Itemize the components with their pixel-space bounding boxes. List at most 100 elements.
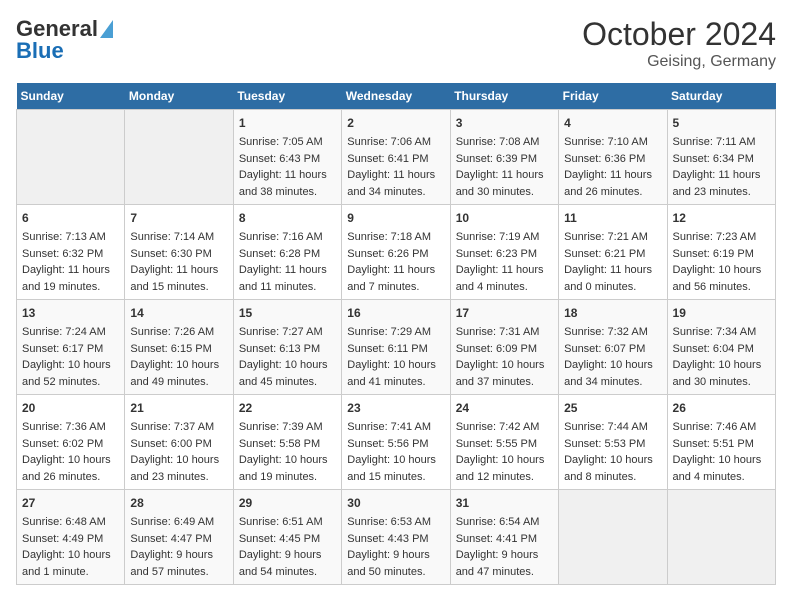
sunset-text: Sunset: 5:53 PM (564, 438, 645, 450)
day-number: 22 (239, 399, 336, 417)
daylight-text: Daylight: 10 hours and 52 minutes. (22, 359, 111, 388)
daylight-text: Daylight: 9 hours and 47 minutes. (456, 549, 539, 578)
sunset-text: Sunset: 6:07 PM (564, 343, 645, 355)
day-number: 24 (456, 399, 553, 417)
calendar-week-row: 1 Sunrise: 7:05 AM Sunset: 6:43 PM Daylight… (17, 110, 776, 205)
daylight-text: Daylight: 9 hours and 57 minutes. (130, 549, 213, 578)
sunset-text: Sunset: 4:47 PM (130, 533, 211, 545)
sunrise-text: Sunrise: 7:37 AM (130, 421, 214, 433)
sunset-text: Sunset: 6:21 PM (564, 248, 645, 260)
sunrise-text: Sunrise: 7:18 AM (347, 231, 431, 243)
sunset-text: Sunset: 5:56 PM (347, 438, 428, 450)
location-subtitle: Geising, Germany (582, 53, 776, 71)
calendar-cell (17, 110, 125, 205)
daylight-text: Daylight: 10 hours and 15 minutes. (347, 454, 436, 483)
sunset-text: Sunset: 4:49 PM (22, 533, 103, 545)
sunrise-text: Sunrise: 7:13 AM (22, 231, 106, 243)
calendar-week-row: 20Sunrise: 7:36 AMSunset: 6:02 PMDayligh… (17, 395, 776, 490)
daylight-text: Daylight: 10 hours and 45 minutes. (239, 359, 328, 388)
day-number: 4 (564, 114, 661, 132)
day-number: 31 (456, 494, 553, 512)
calendar-cell: 31Sunrise: 6:54 AMSunset: 4:41 PMDayligh… (450, 490, 558, 585)
header-sunday: Sunday (17, 83, 125, 110)
daylight-text: Daylight: 11 hours and 30 minutes. (456, 169, 544, 198)
calendar-cell: 7 Sunrise: 7:14 AM Sunset: 6:30 PM Daylight… (125, 205, 233, 300)
daylight-text: Daylight: 10 hours and 4 minutes. (673, 454, 762, 483)
sunrise-text: Sunrise: 7:41 AM (347, 421, 431, 433)
daylight-text: Daylight: 11 hours and 19 minutes. (22, 264, 110, 293)
daylight-text: Daylight: 11 hours and 15 minutes. (130, 264, 218, 293)
calendar-week-row: 27Sunrise: 6:48 AMSunset: 4:49 PMDayligh… (17, 490, 776, 585)
calendar-cell: 24Sunrise: 7:42 AMSunset: 5:55 PMDayligh… (450, 395, 558, 490)
header-tuesday: Tuesday (233, 83, 341, 110)
day-number: 1 (239, 114, 336, 132)
day-number: 10 (456, 209, 553, 227)
sunset-text: Sunset: 6:36 PM (564, 153, 645, 165)
calendar-cell (125, 110, 233, 205)
logo: General Blue (16, 16, 113, 64)
day-number: 20 (22, 399, 119, 417)
day-number: 21 (130, 399, 227, 417)
sunrise-text: Sunrise: 7:46 AM (673, 421, 757, 433)
day-number: 12 (673, 209, 770, 227)
sunrise-text: Sunrise: 7:31 AM (456, 326, 540, 338)
daylight-text: Daylight: 11 hours and 26 minutes. (564, 169, 652, 198)
sunrise-text: Sunrise: 7:14 AM (130, 231, 214, 243)
calendar-cell: 2Sunrise: 7:06 AMSunset: 6:41 PMDaylight… (342, 110, 450, 205)
sunrise-text: Sunrise: 7:16 AM (239, 231, 323, 243)
daylight-text: Daylight: 10 hours and 41 minutes. (347, 359, 436, 388)
calendar-cell: 3Sunrise: 7:08 AMSunset: 6:39 PMDaylight… (450, 110, 558, 205)
header-thursday: Thursday (450, 83, 558, 110)
logo-arrow-icon (100, 20, 113, 38)
sunrise-text: Sunrise: 7:10 AM (564, 136, 648, 148)
day-number: 2 (347, 114, 444, 132)
sunrise-text: Sunrise: 7:23 AM (673, 231, 757, 243)
sunset-text: Sunset: 6:32 PM (22, 248, 103, 260)
daylight-text: Daylight: 10 hours and 8 minutes. (564, 454, 653, 483)
month-year-title: October 2024 (582, 16, 776, 53)
daylight-text: Daylight: 10 hours and 19 minutes. (239, 454, 328, 483)
sunrise-text: Sunrise: 7:44 AM (564, 421, 648, 433)
day-number: 7 (130, 209, 227, 227)
sunrise-text: Sunrise: 7:11 AM (673, 136, 756, 148)
sunset-text: Sunset: 6:11 PM (347, 343, 428, 355)
day-number: 6 (22, 209, 119, 227)
day-number: 25 (564, 399, 661, 417)
sunrise-text: Sunrise: 7:08 AM (456, 136, 540, 148)
sunset-text: Sunset: 6:28 PM (239, 248, 320, 260)
day-number: 29 (239, 494, 336, 512)
calendar-cell: 4 Sunrise: 7:10 AM Sunset: 6:36 PM Daylight… (559, 110, 667, 205)
sunrise-text: Sunrise: 7:05 AM (239, 136, 323, 148)
sunset-text: Sunset: 6:02 PM (22, 438, 103, 450)
day-number: 8 (239, 209, 336, 227)
sunset-text: Sunset: 6:00 PM (130, 438, 211, 450)
sunrise-text: Sunrise: 6:49 AM (130, 516, 214, 528)
calendar-cell: 10Sunrise: 7:19 AMSunset: 6:23 PMDayligh… (450, 205, 558, 300)
daylight-text: Daylight: 11 hours and 4 minutes. (456, 264, 544, 293)
sunrise-text: Sunrise: 7:24 AM (22, 326, 106, 338)
calendar-cell: 13Sunrise: 7:24 AMSunset: 6:17 PMDayligh… (17, 300, 125, 395)
calendar-cell: 22Sunrise: 7:39 AMSunset: 5:58 PMDayligh… (233, 395, 341, 490)
calendar-cell: 23Sunrise: 7:41 AMSunset: 5:56 PMDayligh… (342, 395, 450, 490)
day-number: 15 (239, 304, 336, 322)
sunrise-text: Sunrise: 7:42 AM (456, 421, 540, 433)
daylight-text: Daylight: 9 hours and 50 minutes. (347, 549, 430, 578)
sunset-text: Sunset: 6:26 PM (347, 248, 428, 260)
calendar-week-row: 6 Sunrise: 7:13 AM Sunset: 6:32 PM Daylight… (17, 205, 776, 300)
sunrise-text: Sunrise: 7:26 AM (130, 326, 214, 338)
daylight-text: Daylight: 10 hours and 56 minutes. (673, 264, 762, 293)
calendar-cell: 17Sunrise: 7:31 AMSunset: 6:09 PMDayligh… (450, 300, 558, 395)
calendar-cell: 20Sunrise: 7:36 AMSunset: 6:02 PMDayligh… (17, 395, 125, 490)
calendar-cell: 21Sunrise: 7:37 AMSunset: 6:00 PMDayligh… (125, 395, 233, 490)
calendar-cell (559, 490, 667, 585)
sunset-text: Sunset: 6:30 PM (130, 248, 211, 260)
daylight-text: Daylight: 11 hours and 23 minutes. (673, 169, 761, 198)
calendar-cell: 27Sunrise: 6:48 AMSunset: 4:49 PMDayligh… (17, 490, 125, 585)
sunset-text: Sunset: 6:43 PM (239, 153, 320, 165)
sunrise-text: Sunrise: 7:19 AM (456, 231, 540, 243)
calendar-cell: 6 Sunrise: 7:13 AM Sunset: 6:32 PM Daylight… (17, 205, 125, 300)
calendar-table: SundayMondayTuesdayWednesdayThursdayFrid… (16, 83, 776, 585)
calendar-cell: 9Sunrise: 7:18 AMSunset: 6:26 PMDaylight… (342, 205, 450, 300)
day-number: 13 (22, 304, 119, 322)
calendar-cell (667, 490, 775, 585)
